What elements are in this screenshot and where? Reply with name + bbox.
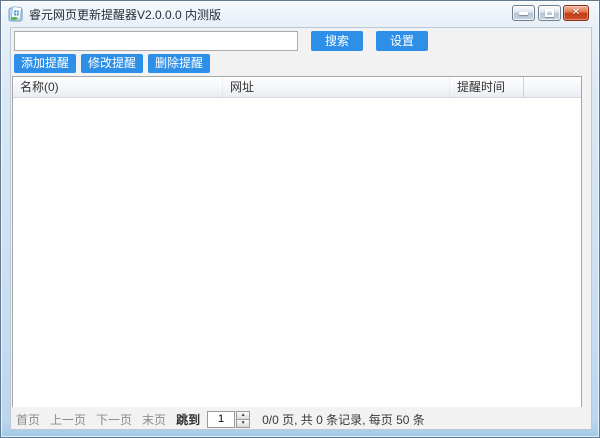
client-area: 搜索 设置 添加提醒 修改提醒 删除提醒 名称(0) 网址 提醒时间 首页 上一… <box>10 27 592 430</box>
jump-page-input[interactable] <box>207 411 235 428</box>
maximize-icon <box>545 9 554 17</box>
maximize-button[interactable] <box>538 5 561 21</box>
title-bar: 睿元网页更新提醒器V2.0.0.0 内测版 <box>1 1 599 27</box>
table-body-empty <box>13 98 581 407</box>
delete-reminder-button[interactable]: 删除提醒 <box>148 54 210 73</box>
prev-page-link[interactable]: 上一页 <box>50 411 86 428</box>
page-spinner: ▲ ▼ <box>236 411 250 428</box>
jump-to-label: 跳到 <box>176 411 200 428</box>
reminder-table: 名称(0) 网址 提醒时间 <box>12 76 582 407</box>
pagination-bar: 首页 上一页 下一页 末页 跳到 ▲ ▼ 0/0 页, 共 0 条记录, 每页 … <box>16 410 425 428</box>
next-page-link[interactable]: 下一页 <box>96 411 132 428</box>
add-reminder-button[interactable]: 添加提醒 <box>14 54 76 73</box>
settings-button[interactable]: 设置 <box>376 31 428 51</box>
last-page-link[interactable]: 末页 <box>142 411 166 428</box>
close-button[interactable]: ✕ <box>563 5 589 21</box>
spinner-up-icon[interactable]: ▲ <box>236 411 250 419</box>
close-icon: ✕ <box>572 8 580 18</box>
column-header-extra <box>524 77 581 97</box>
minimize-icon <box>519 12 528 15</box>
column-header-name[interactable]: 名称(0) <box>13 77 223 97</box>
modify-reminder-button[interactable]: 修改提醒 <box>81 54 143 73</box>
table-header: 名称(0) 网址 提醒时间 <box>13 77 581 98</box>
window-title: 睿元网页更新提醒器V2.0.0.0 内测版 <box>29 6 221 23</box>
minimize-button[interactable] <box>512 5 535 21</box>
search-input[interactable] <box>14 31 298 51</box>
column-header-url[interactable]: 网址 <box>223 77 450 97</box>
column-header-time[interactable]: 提醒时间 <box>450 77 524 97</box>
record-summary: 0/0 页, 共 0 条记录, 每页 50 条 <box>262 411 425 428</box>
spinner-down-icon[interactable]: ▼ <box>236 419 250 428</box>
app-window: 睿元网页更新提醒器V2.0.0.0 内测版 ✕ 搜索 设置 添加提醒 修改提醒 … <box>0 0 600 438</box>
search-button[interactable]: 搜索 <box>311 31 363 51</box>
first-page-link[interactable]: 首页 <box>16 411 40 428</box>
app-icon <box>8 6 24 22</box>
